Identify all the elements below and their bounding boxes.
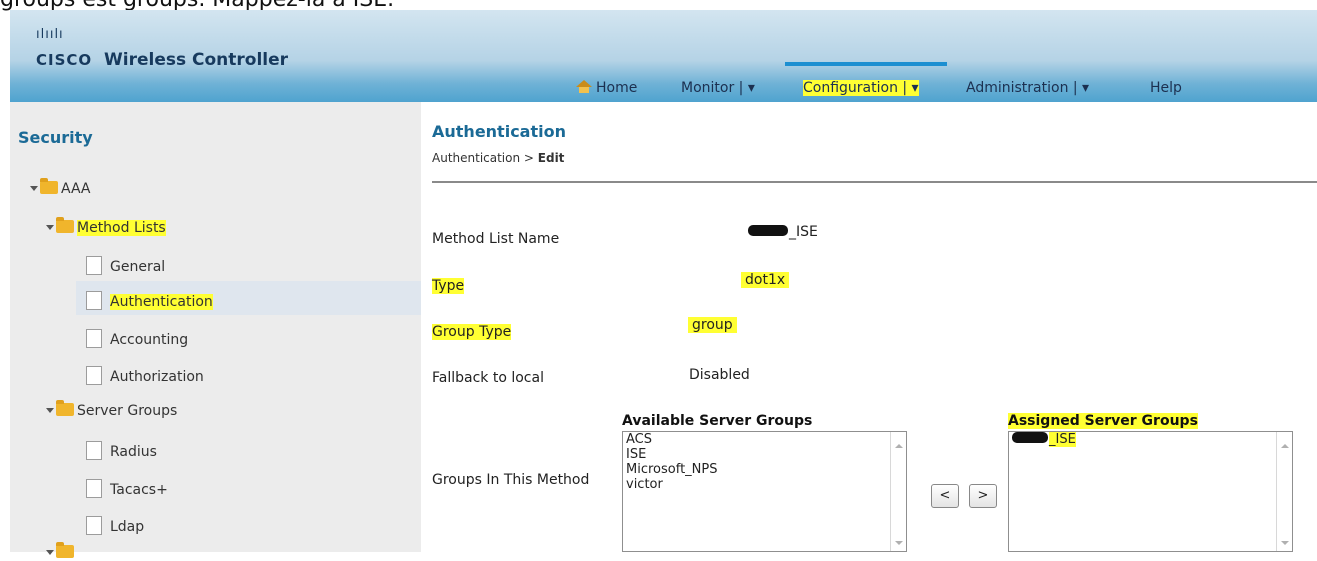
nav-home-label: Home — [596, 80, 638, 96]
expand-caret-icon — [46, 550, 54, 555]
type-value-text: dot1x — [741, 272, 790, 288]
tree-radius-label: Radius — [110, 444, 157, 460]
tree-accounting[interactable]: Accounting — [86, 329, 188, 348]
tree-aaa-label: AAA — [61, 181, 91, 197]
available-list-scrollbar[interactable] — [890, 432, 906, 551]
product-name: Wireless Controller — [104, 50, 289, 70]
tree-tacacs-label: Tacacs+ — [110, 482, 168, 498]
tree-authorization-label: Authorization — [110, 369, 204, 385]
folder-icon — [56, 400, 74, 416]
tree-authentication[interactable]: Authentication — [86, 291, 213, 310]
page-icon — [86, 479, 102, 498]
tree-authentication-label: Authentication — [110, 294, 213, 310]
assigned-item-text: _ISE — [1049, 432, 1076, 447]
assigned-groups-list[interactable]: _ISE — [1008, 431, 1293, 552]
tree-next-folder[interactable] — [46, 542, 77, 561]
tree-general-label: General — [110, 259, 166, 275]
scroll-up-icon — [1281, 444, 1289, 448]
tree-general[interactable]: General — [86, 256, 165, 275]
groups-in-method-label: Groups In This Method — [432, 472, 590, 488]
nav-monitor-label: Monitor | ▾ — [681, 80, 755, 96]
breadcrumb-current: Edit — [537, 151, 565, 165]
move-left-button[interactable]: < — [931, 484, 959, 508]
page-icon — [86, 441, 102, 460]
expand-caret-icon — [46, 408, 54, 413]
method-list-name-value: _ISE — [748, 224, 818, 240]
available-groups-header: Available Server Groups — [622, 413, 813, 429]
nav-administration[interactable]: Administration | ▾ — [966, 80, 1089, 96]
type-label: Type — [432, 278, 465, 294]
tree-tacacs[interactable]: Tacacs+ — [86, 479, 168, 498]
tree-ldap-label: Ldap — [110, 519, 145, 535]
title-divider — [432, 181, 1317, 183]
method-list-name-text: _ISE — [789, 224, 818, 240]
tree-server-groups-label: Server Groups — [77, 403, 178, 419]
tree-server-groups[interactable]: Server Groups — [46, 400, 178, 419]
tree-method-lists-label: Method Lists — [77, 220, 166, 236]
sidebar-title: Security — [18, 128, 93, 147]
folder-icon — [56, 217, 74, 233]
nav-help[interactable]: Help — [1150, 80, 1182, 96]
breadcrumb: Authentication > Edit — [432, 151, 564, 165]
fallback-label: Fallback to local — [432, 370, 544, 386]
tree-method-lists[interactable]: Method Lists — [46, 217, 166, 236]
tree-authorization[interactable]: Authorization — [86, 366, 204, 385]
group-type-value-text: group — [688, 317, 737, 333]
page-icon — [86, 516, 102, 535]
nav-help-label: Help — [1150, 80, 1182, 96]
redaction-blot — [1012, 432, 1048, 443]
nav-administration-label: Administration | ▾ — [966, 80, 1090, 96]
page-icon — [86, 329, 102, 348]
type-label-text: Type — [432, 278, 465, 294]
scroll-up-icon — [895, 444, 903, 448]
scroll-down-icon — [895, 541, 903, 545]
cisco-logo-mark: ılıılı — [36, 27, 64, 42]
tree-accounting-label: Accounting — [110, 332, 189, 348]
active-tab-indicator — [785, 62, 947, 66]
group-type-value: group — [688, 317, 737, 333]
type-value: dot1x — [741, 272, 790, 288]
nav-home[interactable]: Home — [576, 80, 637, 96]
expand-caret-icon — [46, 225, 54, 230]
cisco-logo-word: CISCO — [36, 51, 93, 69]
tree-ldap[interactable]: Ldap — [86, 516, 144, 535]
folder-icon — [40, 178, 58, 194]
page-icon — [86, 256, 102, 275]
list-item[interactable]: ACS — [623, 432, 906, 447]
tree-radius[interactable]: Radius — [86, 441, 157, 460]
move-right-button[interactable]: > — [969, 484, 997, 508]
page-icon — [86, 291, 102, 310]
nav-configuration[interactable]: Configuration | ▾ — [803, 80, 919, 96]
expand-caret-icon — [30, 186, 38, 191]
assigned-groups-header-text: Assigned Server Groups — [1008, 413, 1198, 429]
nav-configuration-label: Configuration | ▾ — [803, 80, 919, 96]
tree-aaa[interactable]: AAA — [30, 178, 91, 197]
group-type-label-text: Group Type — [432, 324, 512, 340]
nav-monitor[interactable]: Monitor | ▾ — [681, 80, 755, 96]
group-type-label: Group Type — [432, 324, 512, 340]
method-list-name-label: Method List Name — [432, 231, 560, 247]
list-item[interactable]: _ISE — [1009, 432, 1292, 447]
available-groups-list[interactable]: ACS ISE Microsoft_NPS victor — [622, 431, 907, 552]
page-icon — [86, 366, 102, 385]
list-item[interactable]: Microsoft_NPS — [623, 462, 906, 477]
sidebar — [10, 102, 421, 552]
page-title: Authentication — [432, 122, 566, 141]
fallback-value: Disabled — [689, 367, 750, 383]
assigned-groups-header: Assigned Server Groups — [1008, 413, 1198, 429]
breadcrumb-parent: Authentication > — [432, 151, 538, 165]
redaction-blot — [748, 225, 788, 236]
assigned-list-scrollbar[interactable] — [1276, 432, 1292, 551]
list-item[interactable]: ISE — [623, 447, 906, 462]
home-icon — [576, 80, 592, 93]
list-item[interactable]: victor — [623, 477, 906, 492]
scroll-down-icon — [1281, 541, 1289, 545]
